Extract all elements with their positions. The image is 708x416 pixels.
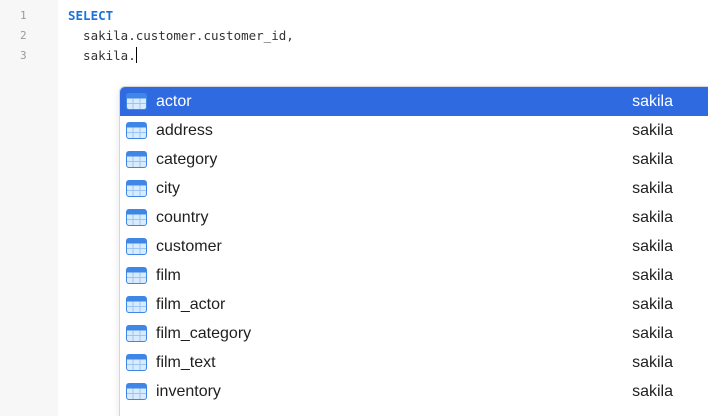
autocomplete-item-name: inventory bbox=[156, 382, 221, 400]
autocomplete-item-film[interactable]: film sakila bbox=[120, 261, 708, 290]
autocomplete-item-name: actor bbox=[156, 92, 192, 110]
autocomplete-item-film-category[interactable]: film_category sakila bbox=[120, 319, 708, 348]
table-icon bbox=[126, 122, 147, 139]
autocomplete-item-name: film bbox=[156, 266, 181, 284]
code-line-3[interactable]: 3 sakila. bbox=[0, 46, 708, 66]
autocomplete-item-name: category bbox=[156, 150, 218, 168]
autocomplete-item-schema: sakila bbox=[632, 208, 673, 226]
autocomplete-item-film-text[interactable]: film_text sakila bbox=[120, 348, 708, 377]
table-icon bbox=[126, 209, 147, 226]
table-icon bbox=[126, 296, 147, 313]
table-icon bbox=[126, 238, 147, 255]
autocomplete-item-schema: sakila bbox=[632, 237, 673, 255]
code-text-current[interactable]: sakila. bbox=[68, 46, 137, 66]
table-icon bbox=[126, 93, 147, 110]
autocomplete-item-schema: sakila bbox=[632, 382, 673, 400]
table-icon bbox=[126, 151, 147, 168]
autocomplete-item-schema: sakila bbox=[632, 92, 673, 110]
autocomplete-item-inventory[interactable]: inventory sakila bbox=[120, 377, 708, 406]
autocomplete-item-schema: sakila bbox=[632, 179, 673, 197]
table-icon bbox=[126, 383, 147, 400]
autocomplete-item-city[interactable]: city sakila bbox=[120, 174, 708, 203]
autocomplete-item-schema: sakila bbox=[632, 121, 673, 139]
autocomplete-item-name: film_category bbox=[156, 324, 252, 342]
autocomplete-item-schema: sakila bbox=[632, 295, 673, 313]
autocomplete-item-name: country bbox=[156, 208, 209, 226]
code-line-1[interactable]: 1 SELECT bbox=[0, 6, 708, 26]
code-text[interactable]: sakila.customer.customer_id, bbox=[68, 26, 294, 46]
sql-editor[interactable]: 1 SELECT 2 sakila.customer.customer_id, … bbox=[0, 0, 708, 416]
line-number: 3 bbox=[20, 49, 27, 62]
autocomplete-item-name: film_text bbox=[156, 353, 216, 371]
autocomplete-item-actor[interactable]: actor sakila bbox=[120, 87, 708, 116]
text-cursor bbox=[135, 47, 137, 63]
autocomplete-item-name: address bbox=[156, 121, 213, 139]
autocomplete-item-schema: sakila bbox=[632, 353, 673, 371]
autocomplete-item-name: film_actor bbox=[156, 295, 226, 313]
code-line-2[interactable]: 2 sakila.customer.customer_id, bbox=[0, 26, 708, 46]
autocomplete-item-film-actor[interactable]: film_actor sakila bbox=[120, 290, 708, 319]
line-number: 2 bbox=[20, 29, 27, 42]
table-icon bbox=[126, 354, 147, 371]
line-number: 1 bbox=[20, 9, 27, 22]
autocomplete-item-schema: sakila bbox=[632, 150, 673, 168]
table-icon bbox=[126, 180, 147, 197]
autocomplete-item-country[interactable]: country sakila bbox=[120, 203, 708, 232]
autocomplete-item-schema: sakila bbox=[632, 324, 673, 342]
autocomplete-item-name: city bbox=[156, 179, 180, 197]
table-icon bbox=[126, 267, 147, 284]
autocomplete-item-customer[interactable]: customer sakila bbox=[120, 232, 708, 261]
autocomplete-item-name: customer bbox=[156, 237, 222, 255]
sql-keyword-select[interactable]: SELECT bbox=[68, 6, 113, 26]
autocomplete-dropdown[interactable]: actor sakila address sakila category sakila ci… bbox=[119, 86, 708, 416]
table-icon bbox=[126, 325, 147, 342]
autocomplete-item-schema: sakila bbox=[632, 266, 673, 284]
autocomplete-item-address[interactable]: address sakila bbox=[120, 116, 708, 145]
code-text: sakila. bbox=[68, 48, 136, 63]
autocomplete-item-category[interactable]: category sakila bbox=[120, 145, 708, 174]
